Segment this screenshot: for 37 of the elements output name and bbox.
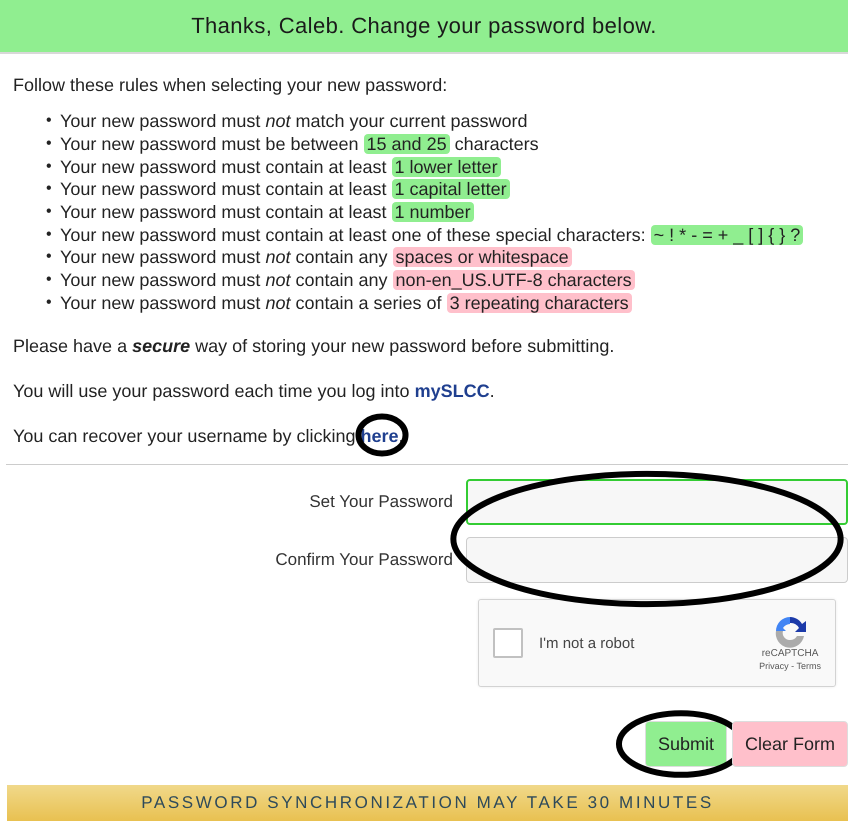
rule-item: Your new password must not contain a series of 3 repeating characters <box>60 292 632 314</box>
footer-banner: PASSWORD SYNCHRONIZATION MAY TAKE 30 MINUTES <box>7 785 848 821</box>
rule-item: Your new password must not contain any non-en_US.UTF-8 characters <box>60 269 635 292</box>
submit-button[interactable]: Submit <box>644 721 727 768</box>
rule-item: Your new password must contain at least 1 lower letter <box>60 156 501 178</box>
bullet: • <box>46 179 53 200</box>
rule-item: Your new password must not contain any spaces or whitespace <box>60 246 572 268</box>
terms-link[interactable]: Terms <box>796 661 821 672</box>
bullet: • <box>46 202 53 222</box>
privacy-link[interactable]: Privacy <box>759 661 789 672</box>
page-header: Thanks, Caleb. Change your password below. <box>0 0 848 54</box>
rule-item: Your new password must not match your current password <box>60 110 528 132</box>
captcha-brand: reCAPTCHA <box>762 648 818 660</box>
rule-item: Your new password must contain at least 1 number <box>60 201 474 224</box>
field-label: Set Your Password <box>309 492 453 512</box>
note-text: Please have a secure way of storing your new password before submitting. <box>13 335 616 358</box>
note-text: You will use your password each time you log into mySLCC. <box>13 380 496 402</box>
separator-text: - <box>790 661 796 672</box>
link[interactable]: mySLCC <box>414 381 490 402</box>
bullet: • <box>46 224 53 245</box>
rule-item: Your new password must contain at least 1 capital letter <box>60 178 510 200</box>
password-field[interactable] <box>466 479 848 526</box>
clear-button[interactable]: Clear Form <box>732 721 848 768</box>
bullet: • <box>46 247 53 268</box>
rule-item: Your new password must contain at least one of these special characters: ~ ! * - = + _ [ ] { } ? <box>60 224 804 246</box>
bullet: • <box>46 156 53 177</box>
rule-item: Your new password must be between 15 and 25 characters <box>60 133 539 156</box>
intro-text: Follow these rules when selecting your new password: <box>13 74 448 96</box>
captcha-checkbox[interactable] <box>493 628 523 658</box>
link[interactable]: here <box>360 426 399 446</box>
bullet: • <box>46 270 53 290</box>
password-field[interactable] <box>466 537 848 584</box>
captcha-label: I'm not a robot <box>539 634 636 652</box>
bullet: • <box>46 111 53 132</box>
bullet: • <box>46 292 53 313</box>
field-label: Confirm Your Password <box>275 550 453 570</box>
bullet: • <box>46 134 53 154</box>
